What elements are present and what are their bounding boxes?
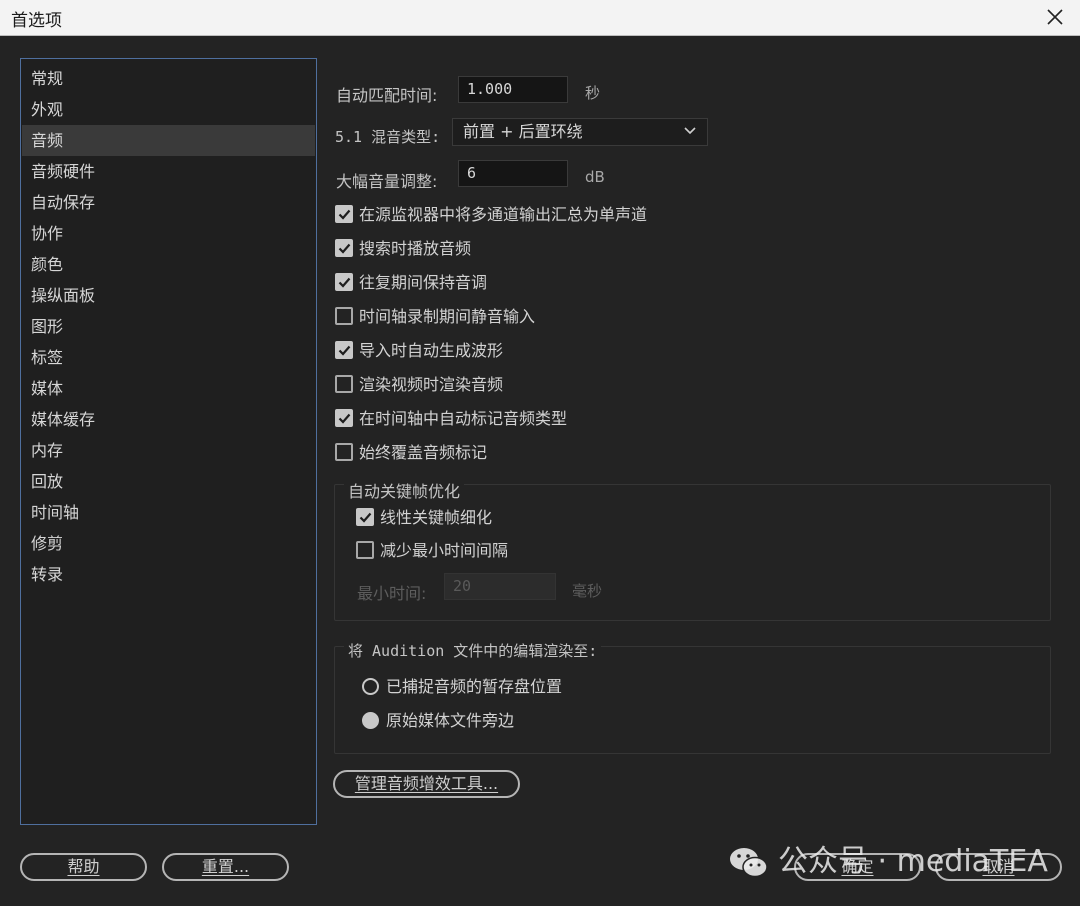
auto-match-input[interactable]: 1.000 — [458, 76, 568, 103]
checkbox-unchecked[interactable] — [356, 541, 374, 559]
min-time-unit: 毫秒 — [572, 582, 603, 600]
checkmark-icon — [338, 209, 351, 220]
checkbox-label: 导入时自动生成波形 — [359, 341, 504, 360]
checkmark-icon — [338, 243, 351, 254]
checkbox-label: 始终覆盖音频标记 — [359, 443, 488, 462]
sidebar-item-media-cache[interactable]: 媒体缓存 — [22, 404, 315, 435]
checkmark-icon — [359, 512, 372, 523]
sidebar-item-control-surface[interactable]: 操纵面板 — [22, 280, 315, 311]
radio-label: 已捕捉音频的暂存盘位置 — [386, 677, 563, 696]
radio-label: 原始媒体文件旁边 — [386, 711, 515, 730]
sidebar-item-audio-hardware[interactable]: 音频硬件 — [22, 156, 315, 187]
checkbox-unchecked[interactable] — [335, 443, 353, 461]
checkbox-checked[interactable] — [335, 409, 353, 427]
checkmark-icon — [338, 413, 351, 424]
audition-group-title: 将 Audition 文件中的编辑渲染至: — [344, 640, 602, 661]
category-list[interactable]: 常规 外观 音频 音频硬件 自动保存 协作 颜色 操纵面板 图形 标签 媒体 媒… — [20, 58, 317, 825]
window-title: 首选项 — [11, 11, 62, 31]
min-time-input[interactable]: 20 — [444, 573, 556, 600]
min-time-label: 最小时间: — [357, 584, 427, 603]
close-icon[interactable] — [1040, 2, 1070, 32]
checkbox-checked[interactable] — [356, 508, 374, 526]
sidebar-item-color[interactable]: 颜色 — [22, 249, 315, 280]
checkbox-checked[interactable] — [335, 205, 353, 223]
sidebar-item-memory[interactable]: 内存 — [22, 435, 315, 466]
checkbox-label: 时间轴录制期间静音输入 — [359, 307, 536, 326]
wechat-icon — [730, 848, 768, 878]
sidebar-item-timeline[interactable]: 时间轴 — [22, 497, 315, 528]
sidebar-item-graphics[interactable]: 图形 — [22, 311, 315, 342]
checkmark-icon — [338, 345, 351, 356]
auto-match-unit: 秒 — [585, 84, 601, 102]
sidebar-item-general[interactable]: 常规 — [22, 63, 315, 94]
manage-audio-plugins-button[interactable]: 管理音频增效工具... — [333, 770, 520, 798]
auto-match-label: 自动匹配时间: — [336, 86, 438, 105]
sidebar-item-collaboration[interactable]: 协作 — [22, 218, 315, 249]
mix-type-select[interactable]: 前置 + 后置环绕 — [452, 118, 708, 146]
keyframe-group-title: 自动关键帧优化 — [344, 478, 465, 502]
title-bar: 首选项 — [0, 0, 1080, 36]
sidebar-item-labels[interactable]: 标签 — [22, 342, 315, 373]
checkmark-icon — [338, 277, 351, 288]
checkbox-label: 搜索时播放音频 — [359, 239, 472, 258]
audition-render-group — [334, 646, 1051, 754]
radio-selected[interactable] — [362, 712, 379, 729]
sidebar-item-appearance[interactable]: 外观 — [22, 94, 315, 125]
mix-type-value: 前置 + 后置环绕 — [463, 122, 583, 141]
watermark-text: 公众号 · mediaTEA — [778, 844, 1048, 879]
checkbox-label: 线性关键帧细化 — [380, 508, 493, 527]
checkbox-checked[interactable] — [335, 273, 353, 291]
checkbox-unchecked[interactable] — [335, 375, 353, 393]
sidebar-item-media[interactable]: 媒体 — [22, 373, 315, 404]
help-button[interactable]: 帮助 — [20, 853, 147, 881]
sidebar-item-transcription[interactable]: 转录 — [22, 559, 315, 590]
checkbox-label: 往复期间保持音调 — [359, 273, 488, 292]
checkbox-unchecked[interactable] — [335, 307, 353, 325]
sidebar-item-playback[interactable]: 回放 — [22, 466, 315, 497]
checkbox-label: 渲染视频时渲染音频 — [359, 375, 504, 394]
sidebar-item-auto-save[interactable]: 自动保存 — [22, 187, 315, 218]
chevron-down-icon — [684, 127, 696, 135]
reset-button[interactable]: 重置... — [162, 853, 289, 881]
large-volume-input[interactable]: 6 — [458, 160, 568, 187]
large-volume-label: 大幅音量调整: — [336, 172, 438, 191]
checkbox-label: 在源监视器中将多通道输出汇总为单声道 — [359, 205, 648, 224]
radio-unselected[interactable] — [362, 678, 379, 695]
checkbox-checked[interactable] — [335, 239, 353, 257]
sidebar-item-trim[interactable]: 修剪 — [22, 528, 315, 559]
checkbox-label: 减少最小时间间隔 — [380, 541, 509, 560]
mix-type-label: 5.1 混音类型: — [335, 128, 441, 146]
sidebar-item-audio[interactable]: 音频 — [22, 125, 315, 156]
large-volume-unit: dB — [585, 168, 605, 186]
checkbox-label: 在时间轴中自动标记音频类型 — [359, 409, 568, 428]
checkbox-checked[interactable] — [335, 341, 353, 359]
